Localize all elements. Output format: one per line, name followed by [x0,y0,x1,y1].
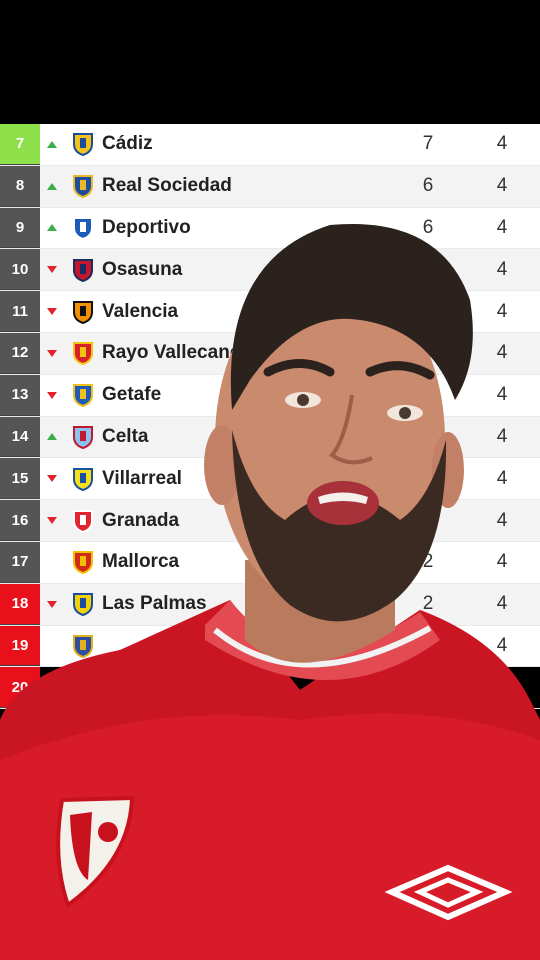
team-crest-icon [64,509,102,533]
trend-down-icon [40,308,64,316]
points-value: 6 [422,175,434,197]
trend-up-icon [40,224,64,232]
team-name: Valencia [102,300,179,322]
trend-down-icon [40,349,64,357]
position-number: 17 [0,541,40,583]
team-crest-icon [64,634,102,658]
played-value: 4 [496,634,508,656]
table-row[interactable]: 19 4 [0,625,540,668]
trend-up-icon [40,433,64,441]
position-number: 10 [0,249,40,291]
team-name: Getafe [102,384,162,406]
team-name: Granada [102,509,180,531]
table-row[interactable]: 16 Granada 4 [0,500,540,542]
team-crest-icon [64,425,102,449]
played-value: 4 [496,300,508,322]
played-value: 4 [496,133,508,155]
team-crest-icon [64,550,102,575]
played-value: 4 [496,175,508,197]
team-name: Real Sociedad [102,175,232,197]
position-number: 11 [0,291,40,332]
table-row[interactable]: 17 Mallorca 2 4 [0,541,540,584]
position-number: 19 [0,625,40,667]
table-row[interactable]: 10 Osasuna 4 [0,249,540,292]
played-value: 4 [496,216,508,238]
team-name: Mallorca [102,551,180,573]
position-number: 15 [0,458,40,500]
position-number: 9 [0,207,40,249]
played-value: 4 [496,342,508,364]
table-row[interactable]: 18 Las Palmas 2 4 [0,583,540,626]
table-row[interactable]: 8 Real Sociedad 6 4 [0,165,540,208]
team-crest-icon [64,300,102,324]
table-row[interactable]: 12 Rayo Vallecano 4 [0,332,540,375]
team-name: Cádiz [102,133,153,155]
points-value: 7 [422,133,434,155]
trend-up-icon [40,182,64,190]
trend-down-icon [40,600,64,608]
trend-down-icon [40,475,64,483]
table-row[interactable]: 9 Deportivo 6 4 [0,207,540,250]
position-number: 20 [0,667,40,709]
team-name: Deportivo [102,216,191,238]
position-number: 8 [0,165,40,207]
played-value: 4 [496,384,508,406]
position-number: 16 [0,500,40,541]
position-number: 18 [0,583,40,625]
position-number: 13 [0,374,40,416]
played-value: 4 [496,425,508,447]
umbro-logo-icon [384,864,513,921]
team-crest-icon [64,216,102,240]
points-value: 6 [422,216,434,238]
trend-down-icon [40,266,64,274]
sevilla-badge-icon [56,795,135,909]
team-name: Osasuna [102,258,183,280]
position-number: 7 [0,124,40,165]
played-value: 4 [496,258,508,280]
table-row[interactable]: 14 Celta 4 [0,416,540,459]
standings-table: 7 Cádiz 7 4 8 Real Sociedad 6 4 9 Deportivo 6 4 10 Os… [0,124,540,710]
table-row[interactable]: 13 Getafe 4 [0,374,540,417]
position-number: 14 [0,416,40,458]
team-crest-icon [64,592,102,617]
trend-down-icon [40,391,64,399]
team-name: Las Palmas [102,593,207,615]
trend-up-icon [40,140,64,148]
trend-down-icon [40,517,64,525]
points-value: 2 [422,551,434,573]
played-value: 4 [496,551,508,573]
team-crest-icon [64,341,102,366]
table-row[interactable]: 15 Villarreal 4 [0,458,540,501]
position-number: 12 [0,332,40,374]
team-name: Villarreal [102,467,182,489]
played-value: 4 [496,509,508,531]
team-crest-icon [64,174,102,199]
table-row[interactable]: 20 [0,667,540,710]
team-crest-icon [64,383,102,408]
team-name: Rayo Vallecano [102,342,242,364]
played-value: 4 [496,467,508,489]
table-row[interactable]: 11 Valencia 4 [0,291,540,333]
played-value: 4 [496,593,508,615]
team-crest-icon [64,467,102,491]
table-row[interactable]: 7 Cádiz 7 4 [0,124,540,166]
team-crest-icon [64,258,102,282]
team-crest-icon [64,132,102,157]
points-value: 2 [422,593,434,615]
team-name: Celta [102,425,149,447]
